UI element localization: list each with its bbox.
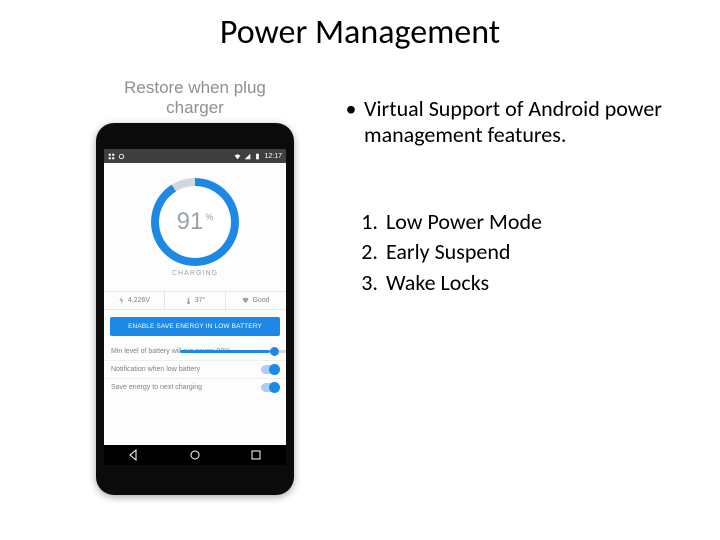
gauge-area: 91% CHARGING — [104, 163, 286, 291]
list-text-2: Early Suspend — [386, 239, 510, 265]
numbered-list: 1. Low Power Mode 2. Early Suspend 3. Wa… — [338, 209, 678, 296]
stat-voltage: 4.226V — [104, 292, 164, 309]
slider-knob[interactable] — [270, 347, 279, 356]
slide-title: Power Management — [0, 12, 720, 53]
battery-percent-value: 91 — [177, 208, 204, 235]
stats-row: 4.226V 37° Good — [104, 291, 286, 310]
setting-save-next-label: Save energy to next charging — [111, 384, 202, 391]
stat-health-value: Good — [252, 297, 269, 304]
list-number-2: 2. — [338, 239, 386, 265]
bullet-item: • Virtual Support of Android power manag… — [338, 96, 678, 149]
phone-frame: 12:17 91% CHARGING — [96, 123, 294, 495]
toggle-notification[interactable] — [261, 365, 279, 374]
recent-icon[interactable] — [250, 449, 262, 461]
setting-min-level[interactable]: Min level of battery will run saver: 90% — [104, 343, 286, 360]
wifi-icon — [234, 153, 241, 160]
back-icon[interactable] — [128, 449, 140, 461]
caption-line-2: charger — [166, 98, 224, 117]
list-number-3: 3. — [338, 270, 386, 296]
signal-icon — [244, 153, 251, 160]
setting-notification-label: Notification when low battery — [111, 366, 200, 373]
status-left — [108, 153, 125, 160]
stat-voltage-value: 4.226V — [128, 297, 150, 304]
home-icon[interactable] — [189, 449, 201, 461]
setting-notification[interactable]: Notification when low battery — [104, 360, 286, 378]
bullet-text: Virtual Support of Android power managem… — [364, 96, 678, 149]
left-column: Restore when plug charger 12:17 — [86, 78, 304, 495]
battery-icon — [254, 153, 261, 160]
list-item: 3. Wake Locks — [338, 270, 678, 296]
list-item: 2. Early Suspend — [338, 239, 678, 265]
status-right: 12:17 — [234, 153, 282, 160]
battery-gauge: 91% — [151, 178, 239, 266]
stat-temp: 37° — [164, 292, 225, 309]
bullet-dot-icon: • — [338, 96, 364, 149]
status-time: 12:17 — [264, 153, 282, 160]
thermometer-icon — [185, 297, 192, 304]
battery-percent: 91% — [177, 208, 214, 236]
stat-health: Good — [225, 292, 286, 309]
list-text-1: Low Power Mode — [386, 209, 542, 235]
status-bar: 12:17 — [104, 149, 286, 163]
heart-icon — [242, 297, 249, 304]
right-column: • Virtual Support of Android power manag… — [338, 96, 678, 300]
setting-save-next[interactable]: Save energy to next charging — [104, 378, 286, 396]
toggle-save-next[interactable] — [261, 383, 279, 392]
list-item: 1. Low Power Mode — [338, 209, 678, 235]
menu-icon — [108, 153, 115, 160]
sync-icon — [118, 153, 125, 160]
percent-unit: % — [205, 212, 213, 222]
list-text-3: Wake Locks — [386, 270, 489, 296]
caption-line-1: Restore when plug — [124, 78, 266, 97]
gauge-inner: 91% — [159, 186, 231, 258]
stat-temp-value: 37° — [195, 297, 206, 304]
bolt-icon — [118, 297, 125, 304]
phone-screen: 12:17 91% CHARGING — [104, 149, 286, 465]
list-number-1: 1. — [338, 209, 386, 235]
android-navbar — [104, 445, 286, 465]
charging-label: CHARGING — [172, 270, 218, 277]
enable-save-button[interactable]: ENABLE SAVE ENERGY IN LOW BATTERY — [110, 317, 280, 336]
phone-caption: Restore when plug charger — [86, 78, 304, 117]
